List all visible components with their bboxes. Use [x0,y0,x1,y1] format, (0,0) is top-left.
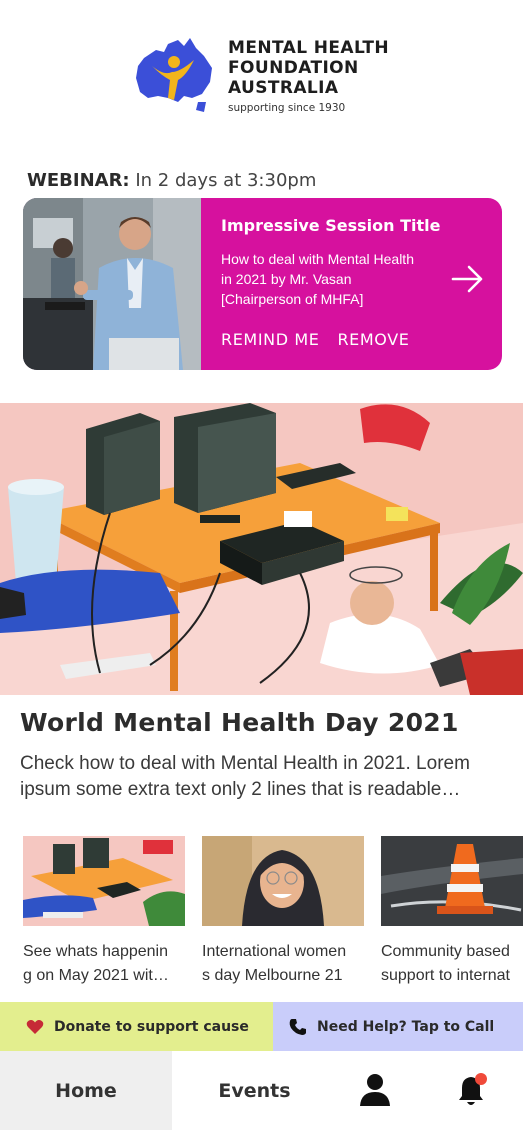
speaker-illustration [23,198,201,370]
phone-icon [289,1018,306,1035]
webinar-speaker-photo [23,198,201,370]
article-thumbnail [23,836,185,926]
article-thumbnail [202,836,364,926]
article-card[interactable]: Community based support to internat [381,836,523,986]
article-title-line1: See whats happenin [23,943,168,960]
heart-icon [26,1019,44,1034]
article-title-line2: support to internat [381,967,510,984]
bell-icon[interactable] [452,1072,492,1108]
remove-button[interactable]: REMOVE [337,330,409,349]
webinar-card[interactable]: Impressive Session Title How to deal wit… [23,198,502,370]
article-thumbnail [381,836,523,926]
hero-title[interactable]: World Mental Health Day 2021 [20,708,459,737]
brand-name-line2: FOUNDATION [228,58,359,78]
brand-tagline: supporting since 1930 [228,102,346,114]
nav-events-label: Events [218,1079,291,1102]
brand-name-line3: AUSTRALIA [228,78,339,98]
arrow-right-icon[interactable] [451,264,485,294]
article-carousel[interactable]: See whats happenin g on May 2021 wit… In… [0,836,523,986]
brand-logo: MENTAL HEALTH FOUNDATION AUSTRALIA suppo… [134,36,404,116]
article-title-line2: s day Melbourne 21 [202,967,343,984]
article-title-line1: Community based [381,943,510,960]
article-card[interactable]: See whats happenin g on May 2021 wit… [23,836,185,986]
hero-description: Check how to deal with Mental Health in … [20,753,470,800]
brand-name-line1: MENTAL HEALTH [228,38,389,58]
webinar-heading: WEBINAR: In 2 days at 3:30pm [27,170,316,191]
nav-tab-home[interactable]: Home [0,1051,172,1130]
office-illustration [0,403,523,695]
donate-label: Donate to support cause [54,1018,249,1035]
webinar-label: WEBINAR: [27,170,130,191]
user-icon[interactable] [355,1072,395,1108]
webinar-when: In 2 days at 3:30pm [129,170,317,191]
webinar-title: Impressive Session Title [221,216,441,235]
nav-home-label: Home [55,1079,117,1102]
donate-button[interactable]: Donate to support cause [0,1002,273,1051]
article-card[interactable]: International women s day Melbourne 21 [202,836,364,986]
australia-map-icon [136,38,212,112]
webinar-description: How to deal with Mental Health in 2021 b… [221,251,414,307]
article-title-line1: International women [202,943,347,960]
remind-me-button[interactable]: REMIND ME [221,330,319,349]
article-title-line2: g on May 2021 wit… [23,967,169,984]
hero-image[interactable] [0,403,523,695]
call-help-button[interactable]: Need Help? Tap to Call [273,1002,523,1051]
help-label: Need Help? Tap to Call [317,1018,495,1035]
nav-tab-events[interactable]: Events [172,1051,337,1130]
